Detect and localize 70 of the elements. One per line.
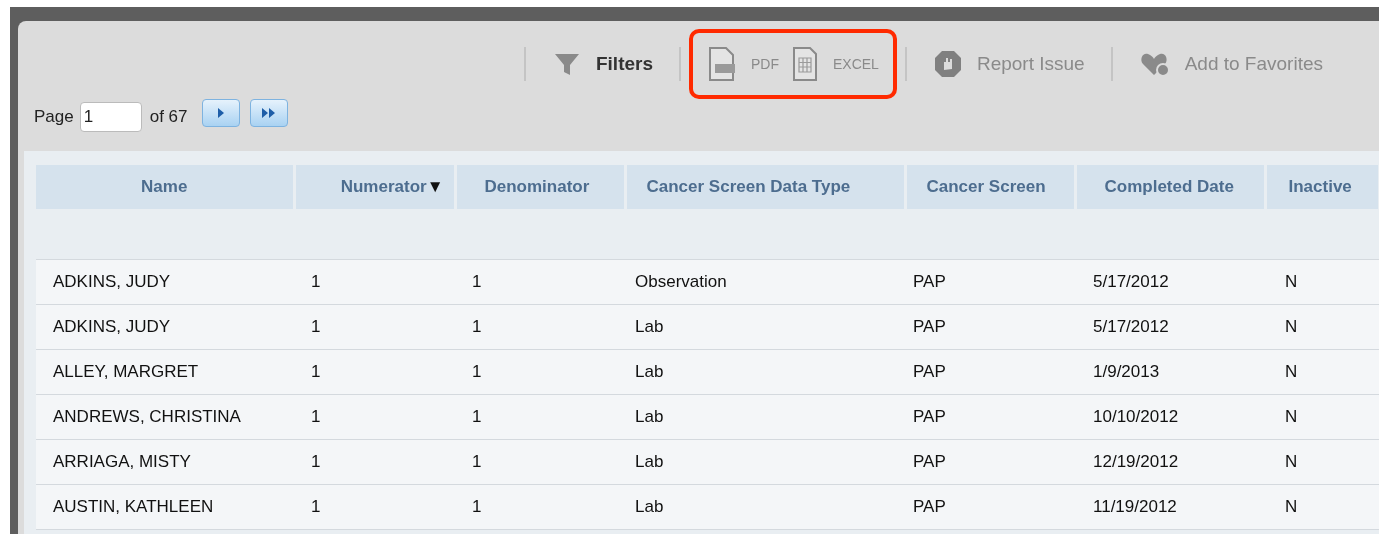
- table-cell: 11/19/2012: [1075, 484, 1265, 529]
- table-row[interactable]: AUSTIN, KATHLEEN 1 1 Lab PAP 11/19/2012 N: [36, 484, 1379, 529]
- table-row[interactable]: ANDREWS, CHRISTINA 1 1 Lab PAP 10/10/2012 N: [36, 394, 1379, 439]
- column-header[interactable]: Denominator: [455, 165, 625, 209]
- table-cell: 1: [455, 304, 625, 349]
- table-row[interactable]: ADKINS, JUDY 1 1 Lab PAP 5/17/2012 N: [36, 304, 1379, 349]
- toolbar-button[interactable]: EXCEL: [791, 46, 879, 82]
- last-page-button[interactable]: [249, 99, 288, 127]
- table-cell: PAP: [905, 394, 1075, 439]
- table-cell: N: [1265, 394, 1379, 439]
- toolbar-button[interactable]: Add to Favorites: [1138, 49, 1323, 79]
- table-row[interactable]: ALLEY, MARGRET 1 1 Lab PAP 1/9/2013 N: [36, 349, 1379, 394]
- toolbar-button[interactable]: PDF: [707, 46, 779, 82]
- table-cell: PAP: [905, 259, 1075, 304]
- table-cell: 5/17/2012: [1075, 304, 1265, 349]
- table-cell: PAP: [905, 439, 1075, 484]
- table-cell: Lab: [625, 484, 905, 529]
- table-cell: Lab: [625, 349, 905, 394]
- table-cell: ADKINS, JUDY: [36, 304, 294, 349]
- table-cell: 10/10/2012: [1075, 394, 1265, 439]
- pdf-file-icon: [707, 46, 737, 82]
- column-header[interactable]: Completed Date: [1075, 165, 1265, 209]
- table-cell: 1/9/2013: [1075, 349, 1265, 394]
- table-cell: ALLEY, MARGRET: [36, 349, 294, 394]
- table-cell: PAP: [905, 484, 1075, 529]
- table-cell: N: [1265, 484, 1379, 529]
- table-cell: 5/17/2012: [1075, 259, 1265, 304]
- page-count: of 67: [149, 106, 188, 129]
- next-page-button[interactable]: [201, 99, 240, 127]
- table-row[interactable]: ARRIAGA, MISTY 1 1 Lab PAP 12/19/2012 N: [36, 439, 1379, 484]
- sort-indicator: ▼: [426, 177, 444, 197]
- table-cell: Lab: [625, 304, 905, 349]
- table-cell: 1: [455, 484, 625, 529]
- table-row[interactable]: ADKINS, JUDY 1 1 Observation PAP 5/17/2012 N: [36, 259, 1379, 304]
- table-cell: 1: [294, 349, 455, 394]
- table-cell: 1: [455, 349, 625, 394]
- table-cell: Lab: [625, 439, 905, 484]
- toolbar-button[interactable]: Filters: [551, 49, 653, 79]
- page-label: Page: [34, 106, 74, 129]
- table-cell: ANDREWS, CHRISTINA: [36, 394, 294, 439]
- page-input[interactable]: 1: [79, 102, 142, 132]
- table-cell: Lab: [625, 394, 905, 439]
- table-cell: ARRIAGA, MISTY: [36, 439, 294, 484]
- table-cell: N: [1265, 439, 1379, 484]
- column-header[interactable]: Cancer Screen Data Type: [625, 165, 905, 209]
- table-cell: 1: [294, 259, 455, 304]
- table-cell: ADKINS, JUDY: [36, 259, 294, 304]
- table-cell: Observation: [625, 259, 905, 304]
- table-cell: PAP: [905, 349, 1075, 394]
- spreadsheet-file-icon: [791, 46, 819, 82]
- column-header[interactable]: Numerator▼: [294, 165, 455, 209]
- table-cell: N: [1265, 304, 1379, 349]
- table-cell: 1: [455, 439, 625, 484]
- table-cell: 1: [294, 439, 455, 484]
- column-header[interactable]: Name: [36, 165, 294, 209]
- fast-forward-icon: [260, 105, 277, 121]
- toolbar-button[interactable]: Report Issue: [932, 49, 1085, 79]
- column-header[interactable]: Cancer Screen: [905, 165, 1075, 209]
- table-cell: N: [1265, 349, 1379, 394]
- table-cell: 1: [294, 394, 455, 439]
- column-header[interactable]: Inactive: [1265, 165, 1379, 209]
- table-cell: 1: [455, 259, 625, 304]
- hand-stop-icon: [932, 49, 963, 79]
- table-cell: 1: [294, 304, 455, 349]
- table-cell: AUSTIN, KATHLEEN: [36, 484, 294, 529]
- table-cell: 1: [455, 394, 625, 439]
- table-cell: 12/19/2012: [1075, 439, 1265, 484]
- table-cell: 1: [294, 484, 455, 529]
- table-cell: N: [1265, 259, 1379, 304]
- table-cell: PAP: [905, 304, 1075, 349]
